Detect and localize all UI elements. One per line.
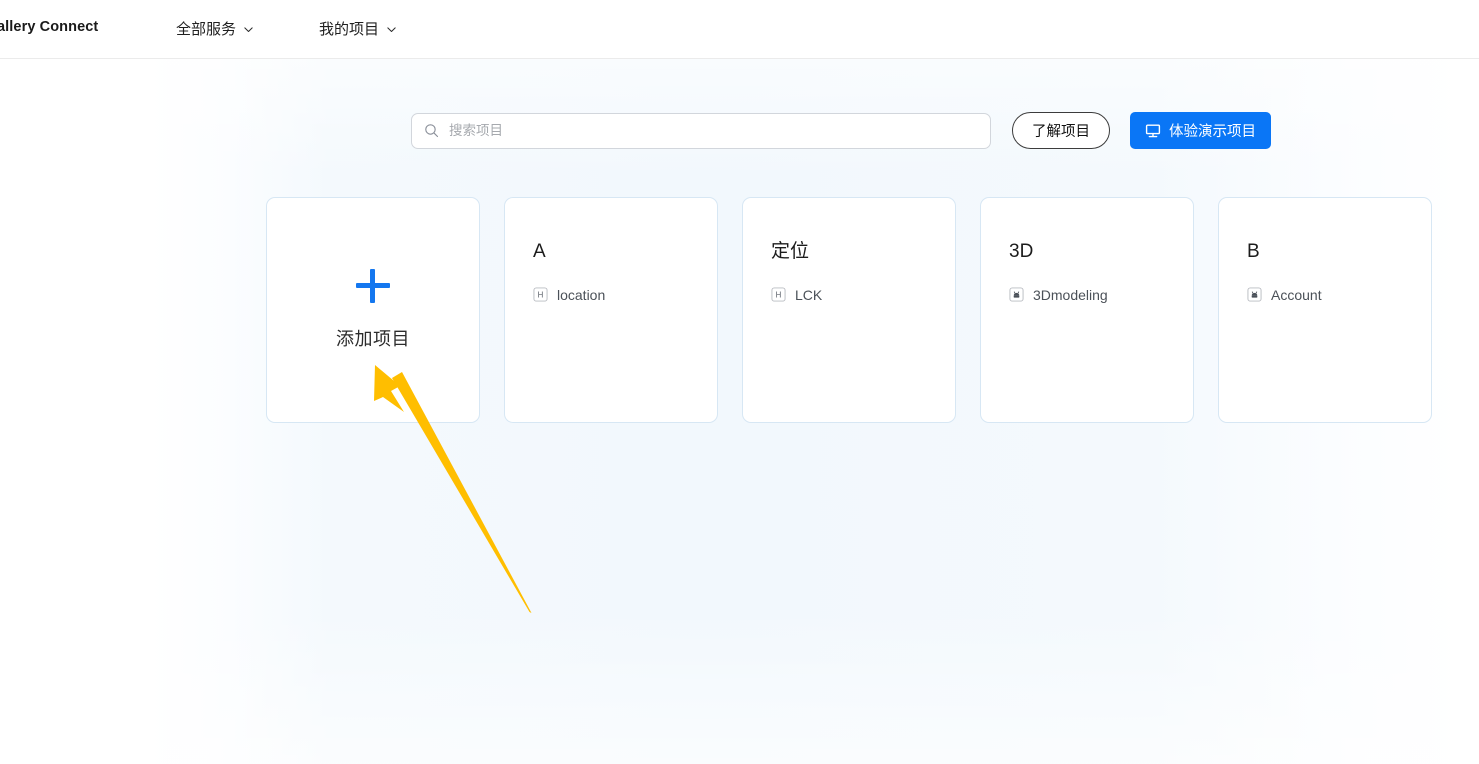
project-card[interactable]: B Account <box>1218 197 1432 423</box>
project-platform: H location <box>533 287 717 303</box>
project-card[interactable]: A H location <box>504 197 718 423</box>
android-icon <box>1009 287 1024 302</box>
harmonyos-icon: H <box>771 287 786 302</box>
project-platform-label: Account <box>1271 286 1322 303</box>
plus-icon <box>356 269 390 303</box>
project-card-grid: 添加项目 A H location 定位 H LCK 3D 3Dmodeling… <box>266 197 1432 423</box>
search-input[interactable] <box>449 123 978 138</box>
add-project-label: 添加项目 <box>336 329 410 349</box>
nav-item-my-projects[interactable]: 我的项目 <box>319 18 397 39</box>
toolbar: 了解项目 体验演示项目 <box>411 112 1271 149</box>
demo-project-label: 体验演示项目 <box>1169 124 1256 140</box>
android-icon <box>1247 287 1262 302</box>
search-box[interactable] <box>411 112 991 149</box>
harmonyos-icon: H <box>533 287 548 302</box>
chevron-down-icon <box>243 24 254 35</box>
project-platform: H LCK <box>771 287 955 303</box>
nav-item-label: 全部服务 <box>176 21 237 38</box>
project-card[interactable]: 定位 H LCK <box>742 197 956 423</box>
project-title: 3D <box>1009 241 1034 262</box>
project-card[interactable]: 3D 3Dmodeling <box>980 197 1194 423</box>
project-title: 定位 <box>771 241 810 262</box>
learn-project-button[interactable]: 了解项目 <box>1012 112 1110 149</box>
brand-title: allery Connect <box>0 19 99 35</box>
search-icon <box>424 123 439 138</box>
svg-text:H: H <box>538 291 544 300</box>
nav-item-all-services[interactable]: 全部服务 <box>176 18 254 39</box>
project-title: B <box>1247 241 1260 262</box>
monitor-icon <box>1145 123 1161 139</box>
project-title: A <box>533 241 546 262</box>
project-platform-label: 3Dmodeling <box>1033 286 1108 303</box>
add-project-card[interactable]: 添加项目 <box>266 197 480 423</box>
project-platform-label: LCK <box>795 286 823 303</box>
project-platform-label: location <box>557 286 606 303</box>
project-platform: 3Dmodeling <box>1009 287 1193 303</box>
demo-project-button[interactable]: 体验演示项目 <box>1130 112 1271 149</box>
app-header: allery Connect 全部服务 我的项目 <box>0 0 1479 59</box>
nav-item-label: 我的项目 <box>319 21 380 38</box>
chevron-down-icon <box>386 24 397 35</box>
svg-text:H: H <box>776 291 782 300</box>
project-platform: Account <box>1247 287 1431 303</box>
